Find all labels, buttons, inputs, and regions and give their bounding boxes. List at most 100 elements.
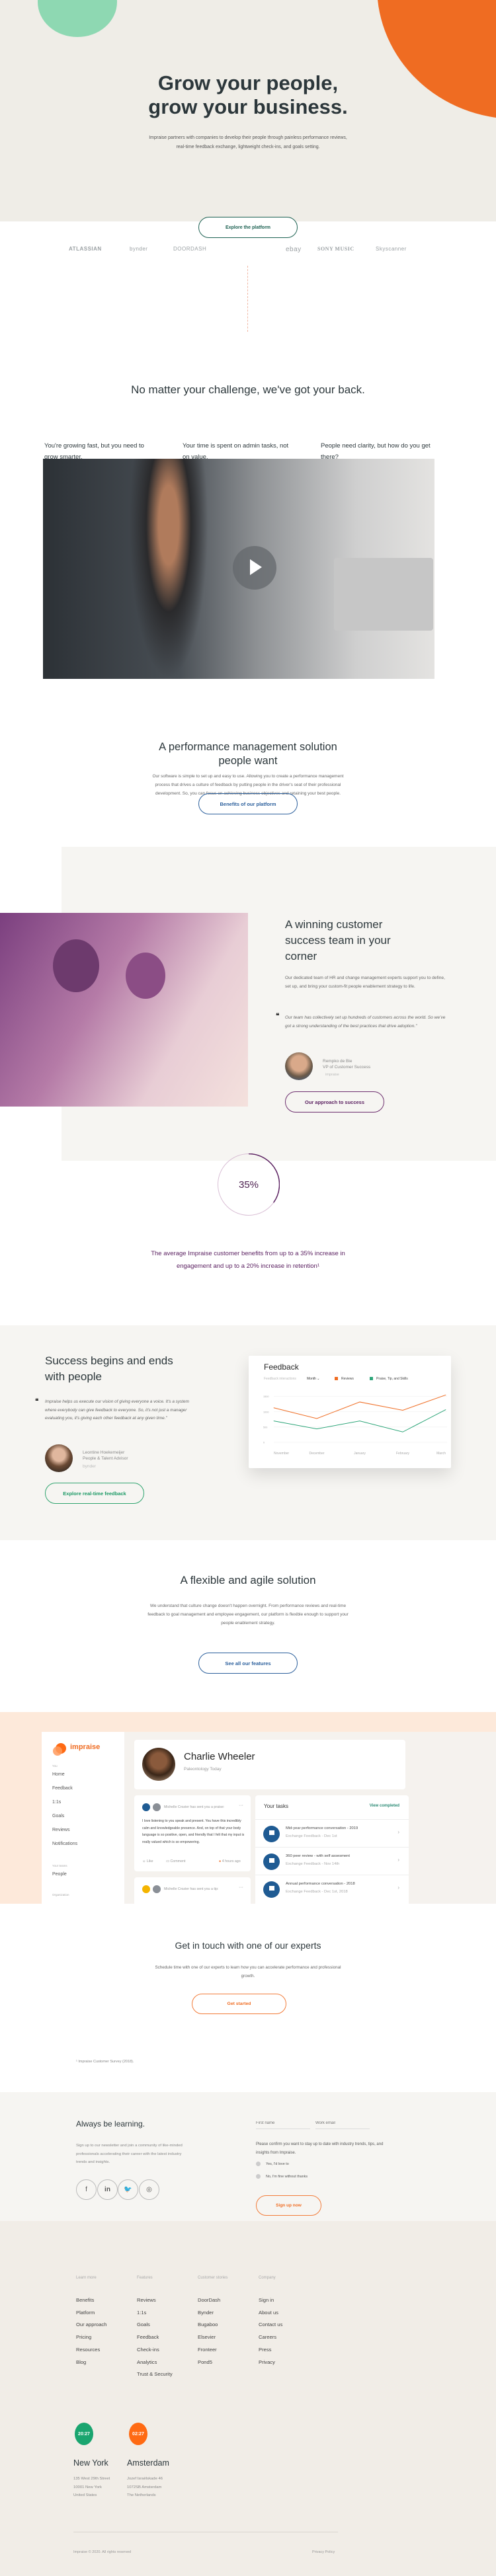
- flexible-body: We understand that culture change doesn'…: [147, 1604, 349, 1625]
- sidebar-item-feedback[interactable]: Feedback: [52, 1786, 73, 1791]
- more-icon[interactable]: ···: [239, 1803, 243, 1808]
- sidebar-item-home[interactable]: Home: [52, 1772, 65, 1777]
- view-completed-link[interactable]: View completed: [370, 1804, 399, 1808]
- footer-link[interactable]: Bugaboo: [198, 2322, 218, 2327]
- logo-ebay: ebay: [286, 246, 302, 253]
- task-subtitle: Exchange Feedback - Dec 1st, 2018: [286, 1890, 348, 1894]
- task-item[interactable]: Mid-year performance conversation - 2019…: [255, 1819, 409, 1847]
- solution-title: A performance management solution people…: [159, 741, 337, 767]
- x-tick-label: January: [354, 1452, 366, 1456]
- new-york-clock: 20:27: [75, 2423, 93, 2445]
- linkedin-icon[interactable]: in: [97, 2179, 118, 2200]
- task-title: Mid-year performance conversation - 2019: [286, 1826, 358, 1830]
- sidebar-item-goals[interactable]: Goals: [52, 1814, 64, 1818]
- team-photo: [0, 913, 248, 1107]
- sign-up-button[interactable]: Sign up now: [256, 2195, 321, 2216]
- sidebar-section-label: Your teams: [52, 1864, 67, 1867]
- play-icon[interactable]: [233, 546, 276, 590]
- footer-link[interactable]: Careers: [259, 2334, 276, 2340]
- office-address: 135 West 29th Street 10001 New York United…: [73, 2477, 110, 2497]
- feedback-quote: Impraise helps us execute our vision of …: [45, 1399, 189, 1421]
- footer-link[interactable]: 1:1s: [137, 2310, 146, 2316]
- footer-link[interactable]: Feedback: [137, 2334, 159, 2340]
- footer-link[interactable]: Platform: [76, 2310, 95, 2316]
- footer-link[interactable]: About us: [259, 2310, 278, 2316]
- explore-feedback-button[interactable]: Explore real-time feedback: [45, 1483, 144, 1504]
- sidebar-section-label: You: [52, 1764, 58, 1768]
- opt-in-no-radio[interactable]: No, I'm fine without thanks: [256, 2174, 308, 2179]
- flexible-title: A flexible and agile solution: [180, 1574, 316, 1586]
- feed-item: Michelle Crozier has sent you a tip: ···: [134, 1877, 251, 1904]
- footer-link[interactable]: Reviews: [137, 2297, 156, 2303]
- first-name-input[interactable]: [256, 2120, 310, 2129]
- footer-link[interactable]: Pricing: [76, 2334, 91, 2340]
- twitter-icon[interactable]: 🐦: [118, 2179, 138, 2200]
- radio-icon: [256, 2174, 261, 2179]
- sidebar-item-people[interactable]: People: [52, 1872, 67, 1877]
- copyright: Impraise © 2020. All rights reserved: [73, 2550, 132, 2554]
- footer-link[interactable]: Goals: [137, 2322, 150, 2327]
- like-button[interactable]: ☺ Like: [142, 1859, 153, 1863]
- tasks-title: Your tasks: [264, 1803, 289, 1809]
- video-laptop: [334, 558, 433, 631]
- our-approach-button[interactable]: Our approach to success: [285, 1091, 384, 1112]
- footer-link[interactable]: Press: [259, 2347, 271, 2353]
- app-preview: impraise You Home Feedback 1:1s Goals Re…: [42, 1732, 496, 1904]
- opt-in-yes-radio[interactable]: Yes, I'd love to: [256, 2162, 289, 2166]
- task-subtitle: Exchange Feedback - Nov 14th: [286, 1862, 340, 1866]
- chevron-right-icon: ›: [397, 1885, 399, 1891]
- task-item[interactable]: Annual performance conversation - 2018 E…: [255, 1875, 409, 1902]
- avatar: [153, 1885, 161, 1893]
- task-item[interactable]: 360 peer review - with self assesment Ex…: [255, 1847, 409, 1875]
- profile-org: Paleontology Today: [184, 1767, 222, 1772]
- sidebar-item-1on1s[interactable]: 1:1s: [52, 1800, 61, 1805]
- logo-doordash: DOORDASH: [173, 246, 207, 252]
- benefits-button[interactable]: Benefits of our platform: [198, 793, 298, 814]
- instagram-icon[interactable]: ◎: [139, 2179, 159, 2200]
- feed-time: ● 4 hours ago: [219, 1859, 241, 1863]
- privacy-policy-link[interactable]: Privacy Policy: [312, 2550, 335, 2554]
- more-icon[interactable]: ···: [239, 1885, 243, 1890]
- office-city: New York: [73, 2458, 108, 2468]
- feed-header: Michelle Crozier has sent you a tip:: [164, 1887, 219, 1891]
- see-features-button[interactable]: See all our features: [198, 1653, 298, 1674]
- footer-link[interactable]: DoorDash: [198, 2297, 220, 2303]
- product-video[interactable]: [43, 459, 434, 679]
- footer-link[interactable]: Analytics: [137, 2359, 157, 2365]
- footer-link[interactable]: Check-ins: [137, 2347, 159, 2353]
- comment-button[interactable]: ▭ Comment: [166, 1859, 185, 1863]
- footer-link[interactable]: Our approach: [76, 2322, 106, 2327]
- footer-link[interactable]: Fronteer: [198, 2347, 217, 2353]
- sidebar-section-label: Organization: [52, 1893, 69, 1896]
- footer-link[interactable]: Resources: [76, 2347, 100, 2353]
- decorative-green-blob: [38, 0, 117, 37]
- flag-icon: [263, 1854, 280, 1870]
- footer-link[interactable]: Trust & Security: [137, 2371, 173, 2377]
- stat-arc-progress: [248, 1153, 280, 1203]
- footer-link[interactable]: Bynder: [198, 2310, 214, 2316]
- footer-link[interactable]: Elsevier: [198, 2334, 216, 2340]
- newsletter-body: Sign up to our newsletter and join a com…: [76, 2144, 183, 2164]
- lightbulb-icon: [142, 1885, 150, 1893]
- photo-person-head: [53, 939, 99, 992]
- y-tick-label: 500: [263, 1426, 267, 1428]
- footer-link[interactable]: Privacy: [259, 2359, 275, 2365]
- work-email-input[interactable]: [315, 2120, 370, 2129]
- sidebar-item-notifications[interactable]: Notifications: [52, 1842, 77, 1846]
- explore-platform-button[interactable]: Explore the platform: [198, 217, 298, 238]
- footer-link[interactable]: Contact us: [259, 2322, 282, 2327]
- footer-link[interactable]: Blog: [76, 2359, 86, 2365]
- footer-link[interactable]: Sign in: [259, 2297, 274, 2303]
- quote-icon: ❝: [276, 1013, 280, 1020]
- footer-column-heading: Learn more: [76, 2276, 97, 2280]
- footer-link[interactable]: Benefits: [76, 2297, 94, 2303]
- photo-person-head: [126, 953, 165, 999]
- profile-name: Charlie Wheeler: [184, 1751, 255, 1762]
- hero-subtitle: Impraise partners with companies to deve…: [149, 136, 347, 149]
- footer-link[interactable]: Pond5: [198, 2359, 212, 2365]
- office-city: Amsterdam: [127, 2458, 169, 2468]
- facebook-icon[interactable]: f: [76, 2179, 97, 2200]
- get-started-button[interactable]: Get started: [192, 1994, 286, 2014]
- sidebar-item-reviews[interactable]: Reviews: [52, 1828, 69, 1832]
- x-tick-label: December: [309, 1452, 324, 1456]
